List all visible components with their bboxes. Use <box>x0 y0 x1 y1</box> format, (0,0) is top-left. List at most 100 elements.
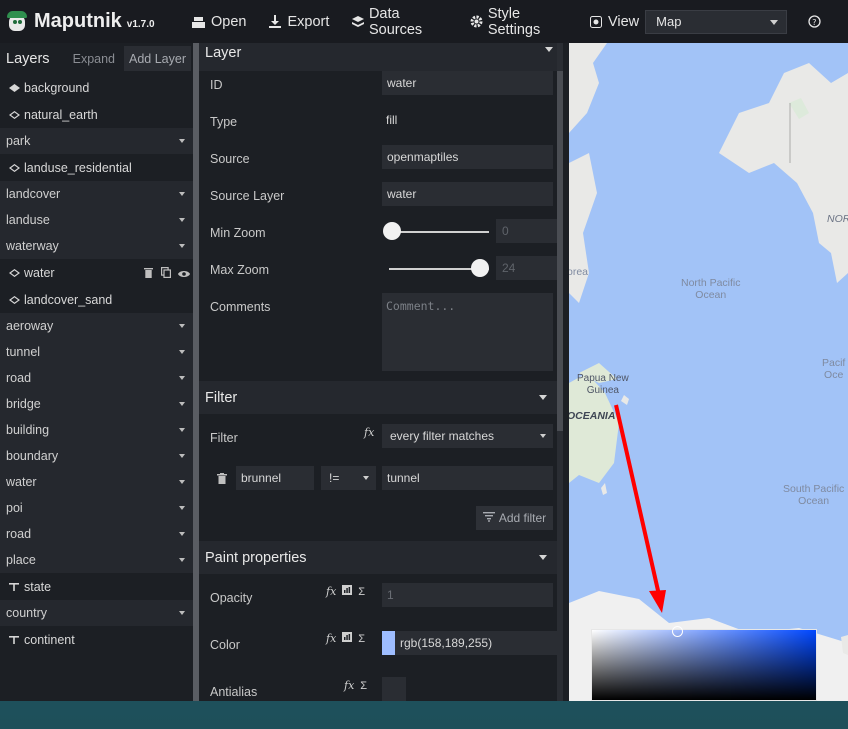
comments-textarea[interactable]: Comment... <box>382 293 553 371</box>
view-button[interactable]: View <box>589 14 639 30</box>
map-view[interactable]: orea North Pacific Ocean NOR Pacif Oce P… <box>569 43 848 701</box>
source-layer-input[interactable]: water <box>382 182 553 206</box>
filter-value-input[interactable]: tunnel <box>382 466 553 490</box>
opacity-input[interactable]: 1 <box>382 583 553 607</box>
gear-icon <box>470 15 483 29</box>
layer-item-state[interactable]: state <box>0 573 193 600</box>
layer-group-label: country <box>6 606 47 620</box>
antialias-checkbox[interactable] <box>382 677 406 701</box>
function-icon[interactable]: fx <box>326 585 336 598</box>
open-button[interactable]: Open <box>192 14 246 30</box>
layer-group-water[interactable]: water <box>0 469 193 495</box>
trash-icon[interactable] <box>144 267 155 278</box>
layer-item-water[interactable]: water <box>0 259 193 286</box>
layer-group-road[interactable]: road <box>0 521 193 547</box>
type-label: Type <box>210 115 238 129</box>
layer-group-building[interactable]: building <box>0 417 193 443</box>
source-input[interactable]: openmaptiles <box>382 145 553 169</box>
add-filter-label: Add filter <box>498 511 547 525</box>
layer-group-bridge[interactable]: bridge <box>0 391 193 417</box>
layer-group-place[interactable]: place <box>0 547 193 573</box>
data-driven-icon[interactable] <box>342 585 353 598</box>
layer-group-landcover[interactable]: landcover <box>0 181 193 207</box>
layer-item-landcover-sand[interactable]: landcover_sand <box>0 286 193 313</box>
add-layer-button[interactable]: Add Layer <box>124 46 191 71</box>
eye-icon[interactable] <box>178 267 190 278</box>
filter-section-header[interactable]: Filter <box>199 381 557 414</box>
filter-operator-select[interactable]: != <box>321 466 376 490</box>
color-input[interactable]: rgb(158,189,255) <box>395 631 563 655</box>
add-filter-button[interactable]: Add filter <box>476 506 553 530</box>
layer-item-continent[interactable]: continent <box>0 626 193 653</box>
layer-group-aeroway[interactable]: aeroway <box>0 313 193 339</box>
layer-group-tunnel[interactable]: tunnel <box>0 339 193 365</box>
color-picker-popup[interactable] <box>591 626 817 701</box>
chevron-down-icon <box>179 402 185 406</box>
color-label: Color <box>210 638 240 652</box>
layer-group-label: building <box>6 423 50 437</box>
data-sources-button[interactable]: Data Sources <box>351 6 447 38</box>
max-zoom-input[interactable]: 24 <box>496 256 563 280</box>
copy-icon[interactable] <box>161 267 172 279</box>
trash-icon[interactable] <box>217 472 227 487</box>
view-label: View <box>607 13 640 30</box>
layer-group-country[interactable]: country <box>0 600 193 626</box>
paint-section-header[interactable]: Paint properties <box>199 541 557 574</box>
layer-group-landuse[interactable]: landuse <box>0 207 193 233</box>
layer-group-label: waterway <box>6 239 59 253</box>
max-zoom-label: Max Zoom <box>210 263 270 277</box>
layer-group-label: tunnel <box>6 345 41 359</box>
comments-label: Comments <box>210 300 271 314</box>
layer-group-poi[interactable]: poi <box>0 495 193 521</box>
chevron-down-icon <box>179 244 185 248</box>
function-icon[interactable]: fx <box>344 679 354 692</box>
min-zoom-input[interactable]: 0 <box>496 219 563 243</box>
expression-sigma-icon[interactable]: Σ <box>360 680 367 692</box>
fill-outline-icon <box>8 163 20 172</box>
editor-scrollbar[interactable] <box>557 43 563 701</box>
data-sources-label: Data Sources <box>368 5 423 38</box>
app-title: Maputnik <box>34 10 122 32</box>
color-swatch[interactable] <box>382 631 395 655</box>
layer-group-road[interactable]: road <box>0 365 193 391</box>
layer-group-label: landcover <box>6 187 61 201</box>
min-zoom-slider-handle[interactable] <box>383 222 401 240</box>
filter-key-input[interactable]: brunnel <box>236 466 314 490</box>
layer-group-park[interactable]: park <box>0 128 193 154</box>
expression-sigma-icon[interactable]: Σ <box>358 633 365 645</box>
view-select[interactable]: Map <box>645 9 788 34</box>
chevron-down-icon <box>539 555 547 560</box>
style-settings-button[interactable]: Style Settings <box>470 6 567 38</box>
chevron-down-icon <box>179 506 185 510</box>
layer-item-label: landcover_sand <box>24 292 113 307</box>
antialias-property-tools: fx Σ <box>344 679 367 692</box>
layer-group-label: road <box>6 371 32 385</box>
fill-filled-icon <box>8 83 20 92</box>
layer-group-label: bridge <box>6 397 41 411</box>
function-icon[interactable]: fx <box>364 426 374 439</box>
min-zoom-label: Min Zoom <box>210 226 266 240</box>
data-driven-icon[interactable] <box>342 632 353 645</box>
layer-group-label: aeroway <box>6 319 54 333</box>
id-field: ID water <box>199 65 563 102</box>
max-zoom-slider-handle[interactable] <box>471 259 489 277</box>
chevron-down-icon <box>179 558 185 562</box>
layer-item-landuse-residential[interactable]: landuse_residential <box>0 154 193 181</box>
id-input[interactable]: water <box>382 71 553 95</box>
function-icon[interactable]: fx <box>326 632 336 645</box>
expression-sigma-icon[interactable]: Σ <box>358 586 365 598</box>
min-zoom-slider[interactable] <box>389 231 489 233</box>
filter-mode-select[interactable]: every filter matches <box>382 424 553 448</box>
color-picker-handle[interactable] <box>672 626 683 637</box>
layer-item-natural-earth[interactable]: natural_earth <box>0 101 193 128</box>
layer-group-waterway[interactable]: waterway <box>0 233 193 259</box>
layer-group-label: poi <box>6 501 23 515</box>
export-button[interactable]: Export <box>268 14 329 30</box>
brand: Maputnik v1.7.0 <box>0 10 178 33</box>
help-button[interactable]: ? <box>807 15 826 29</box>
expand-button[interactable]: Expand <box>68 46 120 71</box>
editor-scrollbar-thumb[interactable] <box>557 71 563 431</box>
layer-item-background[interactable]: background <box>0 74 193 101</box>
layer-group-boundary[interactable]: boundary <box>0 443 193 469</box>
type-value: fill <box>386 113 398 127</box>
